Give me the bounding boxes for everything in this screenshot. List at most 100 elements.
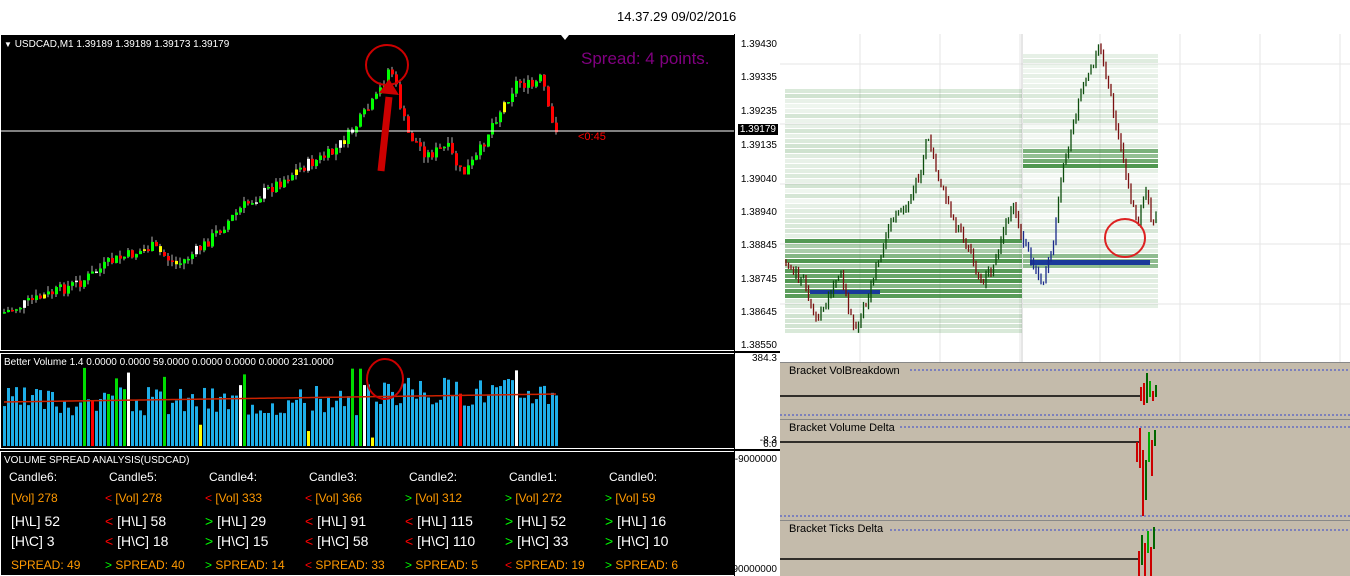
- vsa-title: VOLUME SPREAD ANALYSIS(USDCAD): [4, 455, 190, 466]
- volume-delta-bars: [1136, 428, 1156, 516]
- vsa-vol-value: [Vol] 278: [11, 491, 58, 505]
- volume-tick: 6.0: [763, 439, 777, 450]
- current-price-label: 1.39179: [737, 124, 778, 135]
- vsa-trend-arrow: <: [305, 491, 316, 505]
- vsa-spread-value: > SPREAD: 6: [605, 558, 679, 572]
- volume-pane[interactable]: Better Volume 1.4 0.0000 0.0000 59.0000 …: [0, 353, 735, 449]
- vsa-vol-value: < [Vol] 366: [305, 491, 363, 505]
- chart-shift-marker[interactable]: [561, 35, 569, 40]
- vsa-trend-arrow: <: [105, 533, 118, 549]
- vsa-spread-value: < SPREAD: 33: [305, 558, 385, 572]
- vsa-hc-value: < [H\C] 18: [105, 533, 169, 549]
- price-tick: 1.39135: [740, 140, 777, 151]
- bar-countdown: <0:45: [578, 131, 606, 143]
- mt4-chart-window[interactable]: ▼ USDCAD,M1 1.39189 1.39189 1.39173 1.39…: [0, 34, 780, 576]
- vsa-trend-arrow: >: [605, 513, 618, 529]
- bracket-volbreakdown-pane[interactable]: Bracket VolBreakdown: [780, 362, 1350, 420]
- vsa-trend-arrow: >: [405, 558, 416, 572]
- vsa-hl-value: < [H\L] 115: [405, 513, 473, 529]
- vsa-hc-value: > [H\C] 15: [205, 533, 269, 549]
- price-tick: 1.38645: [740, 307, 777, 318]
- price-tick: 1.39040: [740, 174, 777, 185]
- vsa-trend-arrow: <: [105, 513, 118, 529]
- vsa-spread-value: < SPREAD: 19: [505, 558, 585, 572]
- vsa-trend-arrow: <: [405, 513, 418, 529]
- vsa-trend-arrow: <: [305, 533, 318, 549]
- vsa-hl-value: < [H\L] 58: [105, 513, 167, 529]
- volbreakdown-bars: [1140, 373, 1157, 405]
- vsa-candle-header: Candle0:: [609, 470, 658, 484]
- vsa-trend-arrow: >: [205, 533, 218, 549]
- vsa-trend-arrow: >: [505, 533, 518, 549]
- vsa-trend-arrow: <: [305, 513, 318, 529]
- vsa-trend-arrow: >: [405, 491, 416, 505]
- chart-title: ▼ USDCAD,M1 1.39189 1.39189 1.39173 1.39…: [4, 39, 229, 50]
- volume-tick: 384.3: [751, 353, 777, 364]
- vsa-hl-value: > [H\L] 29: [205, 513, 267, 529]
- footprint-chart-window[interactable]: Bracket VolBreakdown Bracket Volume Delt…: [780, 34, 1350, 576]
- vsa-candle-header: Candle4:: [209, 470, 258, 484]
- vsa-trend-arrow: >: [605, 491, 616, 505]
- vsa-hc-value: < [H\C] 110: [405, 533, 476, 549]
- vsa-candle-header: Candle5:: [109, 470, 158, 484]
- vsa-vol-value: > [Vol] 272: [505, 491, 563, 505]
- vsa-spread-value: > SPREAD: 14: [205, 558, 285, 572]
- vsa-axis[interactable]: -9000000 90000000: [732, 451, 780, 576]
- vsa-candle-header: Candle3:: [309, 470, 358, 484]
- vsa-trend-arrow: >: [605, 533, 618, 549]
- vsa-hl-value: > [H\L] 16: [605, 513, 667, 529]
- vsa-vol-value: < [Vol] 278: [105, 491, 163, 505]
- vsa-vol-value: > [Vol] 312: [405, 491, 463, 505]
- chart-menu-icon[interactable]: ▼: [4, 40, 12, 49]
- vsa-spread-value: > SPREAD: 40: [105, 558, 185, 572]
- vsa-candle-header: Candle1:: [509, 470, 558, 484]
- chart-title-text: USDCAD,M1 1.39189 1.39189 1.39173 1.3917…: [14, 39, 230, 50]
- vsa-hc-value: > [H\C] 33: [505, 533, 569, 549]
- top-header: 14.37.29 09/02/2016: [0, 0, 1350, 34]
- volume-axis[interactable]: 384.3 -8.3 6.0: [734, 353, 780, 450]
- vsa-candle-header: Candle2:: [409, 470, 458, 484]
- vsa-trend-arrow: <: [105, 491, 116, 505]
- vsa-spread-value: SPREAD: 49: [11, 558, 81, 572]
- vsa-hl-value: < [H\L] 91: [305, 513, 367, 529]
- timestamp: 14.37.29 09/02/2016: [617, 9, 737, 24]
- vsa-hc-value: < [H\C] 58: [305, 533, 369, 549]
- vsa-pane[interactable]: VOLUME SPREAD ANALYSIS(USDCAD) Candle6: […: [0, 451, 735, 576]
- price-tick: 1.39235: [740, 106, 777, 117]
- vsa-spread-value: > SPREAD: 5: [405, 558, 479, 572]
- vsa-hl-value: [H\L] 52: [11, 513, 61, 529]
- price-tick: 1.38550: [740, 340, 777, 351]
- candlestick-chart[interactable]: [1, 35, 734, 350]
- price-tick: 1.38845: [740, 240, 777, 251]
- price-tick: 1.39335: [740, 72, 777, 83]
- price-tick: 1.38745: [740, 274, 777, 285]
- vsa-hl-value: > [H\L] 52: [505, 513, 567, 529]
- vsa-vol-value: > [Vol] 59: [605, 491, 656, 505]
- vsa-vol-value: < [Vol] 333: [205, 491, 263, 505]
- vsa-trend-arrow: >: [505, 491, 516, 505]
- vsa-trend-arrow: >: [205, 558, 216, 572]
- spread-label: Spread: 4 points.: [581, 49, 710, 68]
- vsa-trend-arrow: >: [105, 558, 116, 572]
- vsa-tick: -9000000: [734, 454, 777, 465]
- volume-title: Better Volume 1.4 0.0000 0.0000 59.0000 …: [4, 357, 334, 368]
- volume-histogram[interactable]: [1, 354, 734, 448]
- ticks-delta-bars: [1138, 527, 1155, 576]
- vsa-trend-arrow: <: [205, 491, 216, 505]
- price-tick: 1.39430: [740, 39, 777, 50]
- bracket-volume-delta-pane[interactable]: Bracket Volume Delta: [780, 419, 1350, 521]
- vsa-trend-arrow: >: [605, 558, 616, 572]
- price-chart-pane[interactable]: ▼ USDCAD,M1 1.39189 1.39189 1.39173 1.39…: [0, 34, 735, 351]
- vsa-trend-arrow: >: [205, 513, 218, 529]
- volume-profile-chart[interactable]: [780, 34, 1350, 362]
- price-axis[interactable]: 1.39430 1.39335 1.39235 1.39179 1.39135 …: [734, 34, 780, 351]
- vsa-tick: 90000000: [732, 564, 778, 575]
- vsa-hc-value: > [H\C] 10: [605, 533, 669, 549]
- price-tick: 1.38940: [740, 207, 777, 218]
- vsa-candle-header: Candle6:: [9, 470, 58, 484]
- vsa-trend-arrow: <: [505, 558, 516, 572]
- bracket-ticks-delta-pane[interactable]: Bracket Ticks Delta: [780, 520, 1350, 576]
- vsa-hc-value: [H\C] 3: [11, 533, 55, 549]
- vsa-trend-arrow: <: [305, 558, 316, 572]
- vsa-trend-arrow: >: [505, 513, 518, 529]
